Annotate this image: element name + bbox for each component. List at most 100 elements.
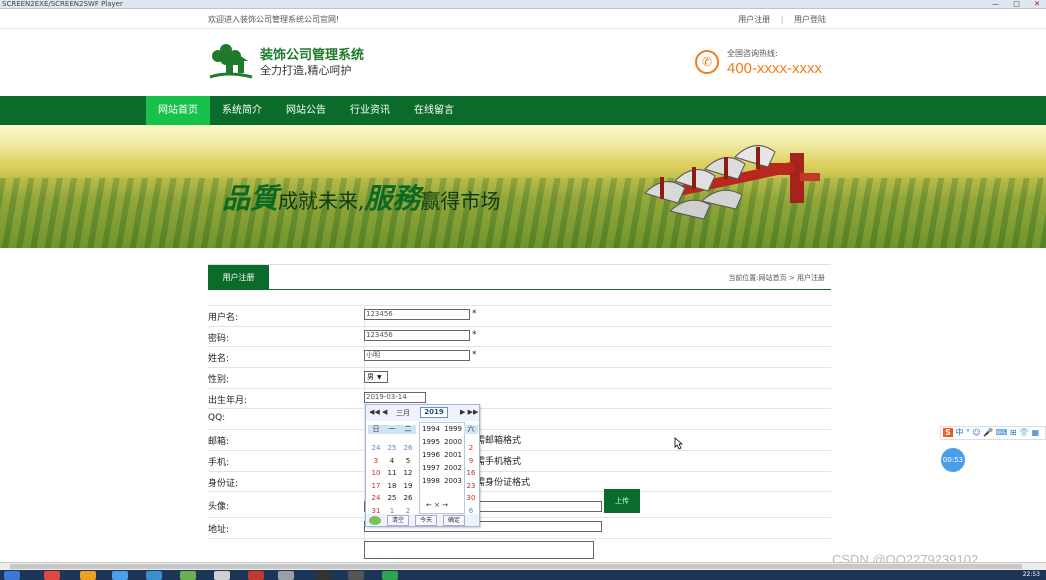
- banner-slogan-service: 服務: [364, 182, 421, 215]
- day-cell[interactable]: 17: [368, 480, 384, 493]
- house-logo-icon[interactable]: [208, 41, 254, 81]
- qq-label: QQ:: [208, 413, 226, 424]
- year-option[interactable]: 2001: [442, 449, 464, 462]
- globe-icon: [369, 515, 381, 525]
- hotline-label: 全国咨询热线:: [727, 49, 778, 58]
- year-option[interactable]: 1995: [420, 436, 442, 449]
- form-row-password: 密码: 123456 *: [208, 325, 831, 347]
- nav-item-messages[interactable]: 在线留言: [402, 96, 466, 125]
- banner-slogan: 品質成就未来,服務赢得市场: [222, 177, 500, 217]
- folder-icon[interactable]: [80, 571, 96, 580]
- recording-timer[interactable]: 00:53: [941, 448, 965, 472]
- maximize-button[interactable]: □: [1013, 0, 1020, 8]
- year-option[interactable]: 1996: [420, 449, 442, 462]
- scrollbar-thumb[interactable]: [10, 564, 1022, 569]
- nav-item-intro[interactable]: 系统简介: [210, 96, 274, 125]
- minimize-button[interactable]: —: [992, 0, 999, 8]
- day-cell[interactable]: 5: [400, 455, 416, 468]
- nav-item-news[interactable]: 行业资讯: [338, 96, 402, 125]
- year-option[interactable]: 1998: [420, 475, 442, 488]
- app-icon[interactable]: [180, 571, 196, 580]
- gender-select[interactable]: 男 ▼: [364, 371, 388, 384]
- address-label: 地址:: [208, 525, 230, 536]
- year-option[interactable]: 2002: [442, 462, 464, 475]
- breadcrumb: 当前位置:网站首页 > 用户注册: [728, 274, 825, 282]
- remarks-textarea[interactable]: [364, 540, 594, 559]
- today-button[interactable]: 今天: [415, 514, 438, 526]
- hero-banner: 品質成就未来,服務赢得市场: [0, 125, 1046, 248]
- main-nav: 网站首页 系统简介 网站公告 行业资讯 在线留言: [0, 96, 1046, 125]
- year-option[interactable]: 1999: [442, 423, 464, 436]
- upload-button[interactable]: 上传: [604, 489, 640, 514]
- phone-hint: 需手机格式: [476, 456, 522, 467]
- gender-value: 男: [367, 373, 374, 382]
- gender-label: 性别:: [208, 375, 230, 386]
- app-icon[interactable]: [214, 571, 230, 580]
- confirm-button[interactable]: 确定: [443, 514, 466, 526]
- year-option[interactable]: 2003: [442, 475, 464, 488]
- login-link[interactable]: 用户登陆: [794, 15, 826, 24]
- next-month-year-button[interactable]: ▶ ▶▶: [460, 408, 478, 416]
- birthdate-input[interactable]: 2019-03-14: [364, 391, 426, 403]
- close-button[interactable]: ✕: [1034, 0, 1040, 8]
- horizontal-scrollbar[interactable]: [0, 562, 1046, 570]
- ime-toolbar[interactable]: S 中 ° ☺ 🎤 ⌨ ⊞ 👕 ▦: [940, 426, 1046, 440]
- form-row-email: 邮箱: 需邮箱格式: [208, 429, 831, 450]
- prev-year-month-button[interactable]: ◀◀ ◀: [369, 408, 387, 416]
- day-cell[interactable]: 9: [464, 455, 478, 468]
- year-dropdown: 1994 1999 1995 2000 1996 2001 1997 2002 1998…: [419, 422, 465, 514]
- username-input[interactable]: 123456: [364, 309, 470, 320]
- top-links: 用户注册 | 用户登陆: [738, 14, 826, 25]
- day-cell[interactable]: 18: [384, 480, 400, 493]
- day-cell[interactable]: 10: [368, 467, 384, 480]
- tab-register[interactable]: 用户注册: [208, 265, 269, 290]
- day-cell[interactable]: 19: [400, 480, 416, 493]
- date-picker-header: ◀◀ ◀ 三月 2019 ▶ ▶▶: [366, 405, 479, 421]
- day-cell[interactable]: 3: [368, 455, 384, 468]
- clear-button[interactable]: 清空: [387, 514, 410, 526]
- weekday-sat: 六: [464, 425, 478, 434]
- app-icon[interactable]: [278, 571, 294, 580]
- name-input[interactable]: 小明: [364, 350, 470, 362]
- nav-item-notices[interactable]: 网站公告: [274, 96, 338, 125]
- day-cell[interactable]: 30: [464, 492, 478, 505]
- idcard-hint: 需身份证格式: [476, 477, 531, 488]
- app-icon[interactable]: [248, 571, 264, 580]
- app-icon[interactable]: [112, 571, 128, 580]
- year-option[interactable]: 1997: [420, 462, 442, 475]
- saturday-column: 六 2 9 16 23 30 6: [464, 425, 478, 517]
- phone-icon: ✆: [695, 50, 719, 74]
- weekday-sun: 日: [368, 425, 384, 434]
- year-selector[interactable]: 2019: [420, 407, 448, 418]
- nav-item-home[interactable]: 网站首页: [146, 96, 210, 125]
- register-link[interactable]: 用户注册: [738, 15, 770, 24]
- banner-slogan-future: 成就未来,: [278, 189, 365, 213]
- start-icon[interactable]: [4, 571, 20, 580]
- username-label: 用户名:: [208, 313, 239, 323]
- password-input[interactable]: 123456: [364, 329, 470, 341]
- day-cell[interactable]: 26: [400, 442, 416, 455]
- app-icon[interactable]: [146, 571, 162, 580]
- browser-icon[interactable]: [44, 571, 60, 580]
- day-cell[interactable]: 26: [400, 492, 416, 505]
- day-cell[interactable]: 4: [384, 455, 400, 468]
- day-cell[interactable]: 23: [464, 480, 478, 493]
- day-cell[interactable]: 25: [384, 442, 400, 455]
- day-cell[interactable]: 16: [464, 467, 478, 480]
- year-nav-controls[interactable]: ← × →: [426, 501, 448, 509]
- day-cell[interactable]: 11: [384, 467, 400, 480]
- day-cell[interactable]: 24: [368, 442, 384, 455]
- sogou-logo-icon: S: [943, 428, 953, 437]
- app-icon[interactable]: [348, 571, 364, 580]
- required-mark: *: [472, 309, 477, 319]
- day-cell[interactable]: 2: [464, 442, 478, 455]
- day-cell[interactable]: 12: [400, 467, 416, 480]
- app-icon[interactable]: [316, 571, 332, 580]
- form-row-address: 地址:: [208, 517, 831, 538]
- day-cell[interactable]: 25: [384, 492, 400, 505]
- day-cell[interactable]: 24: [368, 492, 384, 505]
- month-selector[interactable]: 三月: [396, 408, 410, 418]
- year-option[interactable]: 2000: [442, 436, 464, 449]
- app-icon[interactable]: [382, 571, 398, 580]
- year-option[interactable]: 1994: [420, 423, 442, 436]
